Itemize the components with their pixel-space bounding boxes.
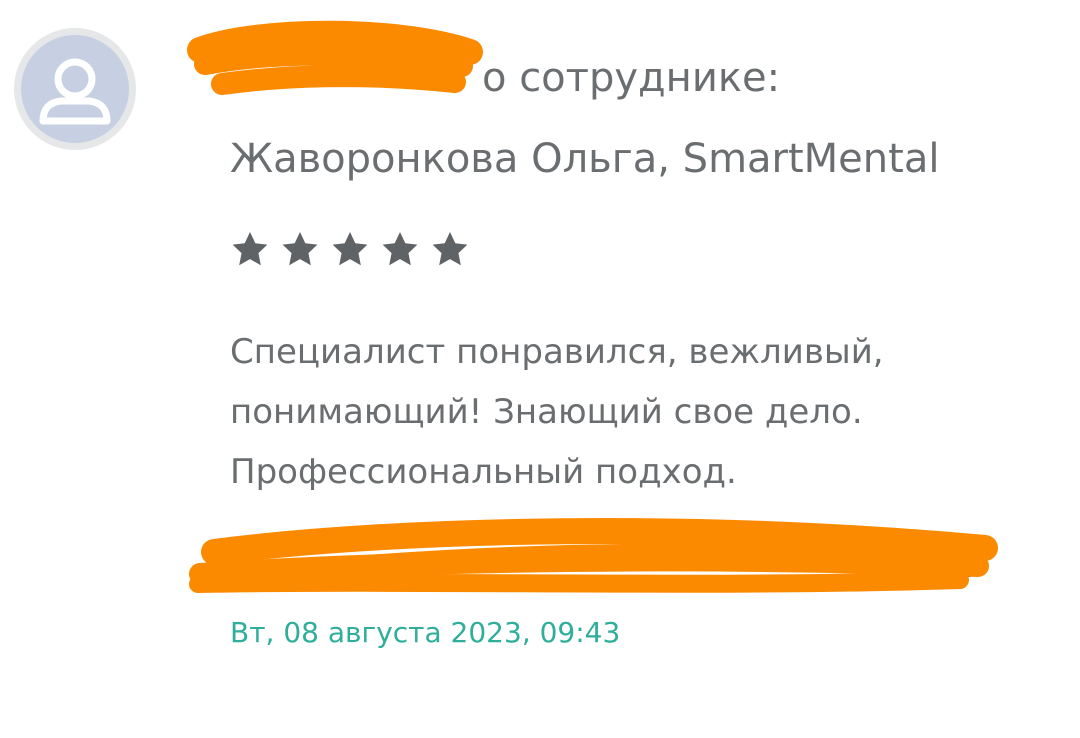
star-icon: [332, 232, 368, 266]
review-text: Специалист понравился, вежливый, понимаю…: [230, 322, 1010, 502]
review-text-line: Специалист понравился, вежливый,: [230, 332, 884, 372]
review-text-line: понимающий! Знающий свое дело.: [230, 392, 863, 432]
rating-stars: [228, 228, 472, 272]
star-icon: [232, 232, 268, 266]
employee-name: Жаворонкова Ольга, SmartMental: [230, 136, 940, 182]
review-title: о сотруднике:: [230, 52, 780, 104]
star-icon: [382, 232, 418, 266]
avatar: [14, 28, 136, 150]
review-date: Вт, 08 августа 2023, 09:43: [230, 616, 621, 649]
review-title-suffix: о сотруднике:: [482, 55, 781, 101]
review-source: ru: [230, 548, 990, 588]
star-icon: [432, 232, 468, 266]
review-source-tail: ru: [942, 550, 974, 585]
star-icon: [282, 232, 318, 266]
review-text-line: Профессиональный подход.: [230, 452, 737, 492]
user-icon: [21, 35, 129, 143]
